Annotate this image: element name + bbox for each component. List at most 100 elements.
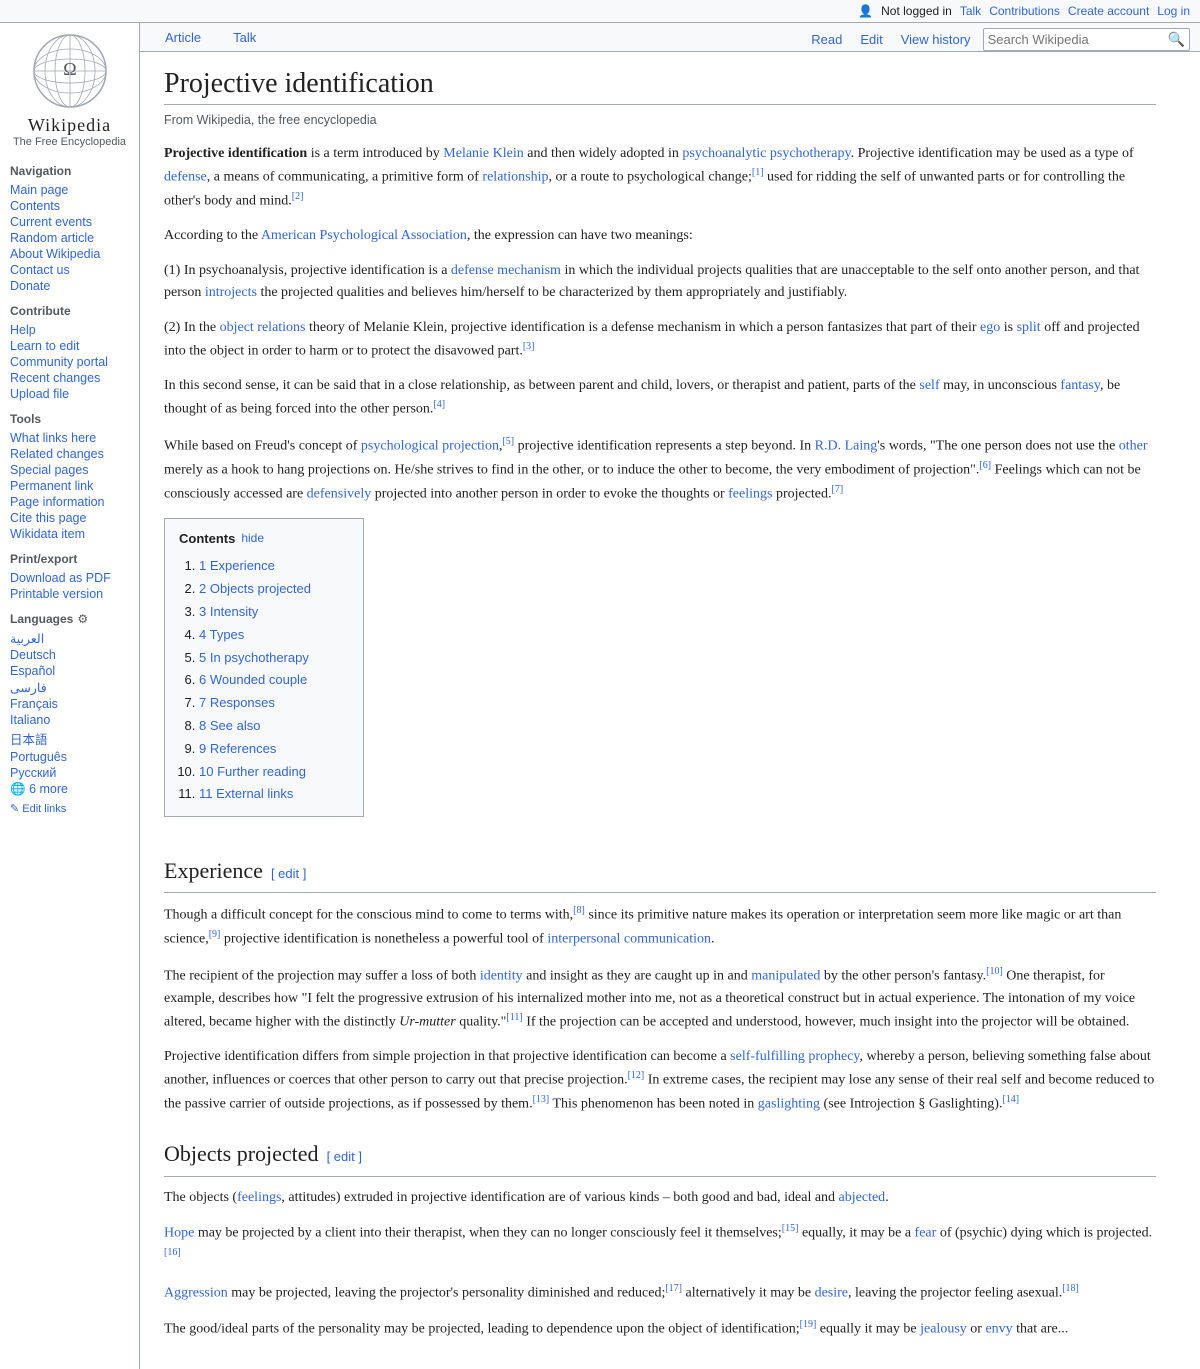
self-link[interactable]: self xyxy=(919,378,939,393)
manipulated-link[interactable]: manipulated xyxy=(751,968,820,983)
sidebar-item-what-links-here[interactable]: What links here xyxy=(10,430,129,446)
identity-link[interactable]: identity xyxy=(480,968,523,983)
relationship-link[interactable]: relationship xyxy=(482,170,548,185)
abjected-link[interactable]: abjected xyxy=(839,1190,886,1205)
ref4[interactable]: [4] xyxy=(433,399,445,410)
toc-link-8[interactable]: 8 See also xyxy=(199,718,260,733)
ref12[interactable]: [12] xyxy=(628,1070,645,1081)
sidebar-item-download-pdf[interactable]: Download as PDF xyxy=(10,570,129,586)
log-in-link[interactable]: Log in xyxy=(1157,4,1190,18)
ref7[interactable]: [7] xyxy=(832,484,844,495)
toc-link-2[interactable]: 2 Objects projected xyxy=(199,581,311,596)
toc-link-4[interactable]: 4 Types xyxy=(199,627,244,642)
ref19[interactable]: [19] xyxy=(800,1319,817,1330)
interpersonal-communication-link[interactable]: interpersonal communication xyxy=(547,932,711,947)
apa-link[interactable]: American Psychological Association xyxy=(261,228,467,243)
sidebar-item-random-article[interactable]: Random article xyxy=(10,230,129,246)
sidebar-item-lang-fr[interactable]: Français xyxy=(10,696,129,712)
experience-edit-button[interactable]: edit xyxy=(271,864,306,885)
toc-hide-button[interactable]: hide xyxy=(241,529,264,548)
sidebar-item-page-information[interactable]: Page information xyxy=(10,494,129,510)
contributions-link[interactable]: Contributions xyxy=(989,4,1060,18)
other-link[interactable]: other xyxy=(1119,438,1148,453)
object-relations-link[interactable]: object relations xyxy=(220,320,306,335)
ref2[interactable]: [2] xyxy=(292,191,304,202)
toc-link-1[interactable]: 1 Experience xyxy=(199,558,275,573)
toc-link-9[interactable]: 9 References xyxy=(199,741,276,756)
sidebar-item-lang-ar[interactable]: العربية xyxy=(10,630,129,647)
more-languages-link[interactable]: 🌐 6 more xyxy=(10,781,129,798)
ref10[interactable]: [10] xyxy=(986,966,1003,977)
split-link[interactable]: split xyxy=(1017,320,1041,335)
defense-link[interactable]: defense xyxy=(164,170,207,185)
ref15[interactable]: [15] xyxy=(782,1223,799,1234)
toc-link-11[interactable]: 11 External links xyxy=(199,786,293,801)
edit-tab[interactable]: Edit xyxy=(854,28,888,51)
gaslighting-link[interactable]: gaslighting xyxy=(758,1097,820,1112)
sidebar-item-learn-to-edit[interactable]: Learn to edit xyxy=(10,338,129,354)
ref5[interactable]: [5] xyxy=(502,436,514,447)
sidebar-item-recent-changes[interactable]: Recent changes xyxy=(10,370,129,386)
sidebar-item-lang-de[interactable]: Deutsch xyxy=(10,647,129,663)
sidebar-item-lang-ja[interactable]: 日本語 xyxy=(10,728,129,749)
feelings-link[interactable]: feelings xyxy=(728,486,772,501)
sidebar-item-wikidata-item[interactable]: Wikidata item xyxy=(10,526,129,542)
jealousy-link[interactable]: jealousy xyxy=(920,1322,967,1337)
rd-laing-link[interactable]: R.D. Laing xyxy=(815,438,878,453)
hope-link[interactable]: Hope xyxy=(164,1226,194,1241)
defensively-link[interactable]: defensively xyxy=(307,486,372,501)
toc-link-3[interactable]: 3 Intensity xyxy=(199,604,258,619)
melanie-klein-link[interactable]: Melanie Klein xyxy=(443,146,523,161)
sidebar-item-lang-fa[interactable]: فارسی xyxy=(10,679,129,696)
objects-projected-edit-button[interactable]: edit xyxy=(327,1147,362,1168)
psychoanalytic-link[interactable]: psychoanalytic psychotherapy xyxy=(682,146,850,161)
sidebar-item-lang-pt[interactable]: Português xyxy=(10,749,129,765)
sidebar-item-about-wikipedia[interactable]: About Wikipedia xyxy=(10,246,129,262)
ref14[interactable]: [14] xyxy=(1002,1094,1019,1105)
fantasy-link[interactable]: fantasy xyxy=(1060,378,1100,393)
sidebar-item-community-portal[interactable]: Community portal xyxy=(10,354,129,370)
ref8[interactable]: [8] xyxy=(573,905,585,916)
toc-link-5[interactable]: 5 In psychotherapy xyxy=(199,650,309,665)
desire-link[interactable]: desire xyxy=(815,1286,848,1301)
sidebar-item-help[interactable]: Help xyxy=(10,322,129,338)
sidebar-item-cite-this-page[interactable]: Cite this page xyxy=(10,510,129,526)
create-account-link[interactable]: Create account xyxy=(1068,4,1149,18)
sidebar-item-upload-file[interactable]: Upload file xyxy=(10,386,129,402)
sidebar-item-lang-ru[interactable]: Русский xyxy=(10,765,129,781)
tab-article[interactable]: Article xyxy=(150,23,216,51)
ego-link[interactable]: ego xyxy=(980,320,1000,335)
sidebar-item-printable-version[interactable]: Printable version xyxy=(10,586,129,602)
sidebar-item-lang-es[interactable]: Español xyxy=(10,663,129,679)
sidebar-item-main-page[interactable]: Main page xyxy=(10,182,129,198)
psychological-projection-link[interactable]: psychological projection xyxy=(361,438,499,453)
search-button[interactable]: 🔍 xyxy=(1168,31,1185,48)
ref1[interactable]: [1] xyxy=(752,167,764,178)
edit-links-button[interactable]: ✎ Edit links xyxy=(10,802,129,815)
tab-talk[interactable]: Talk xyxy=(218,23,271,51)
toc-link-7[interactable]: 7 Responses xyxy=(199,695,275,710)
ref6[interactable]: [6] xyxy=(979,460,991,471)
toc-link-10[interactable]: 10 Further reading xyxy=(199,764,306,779)
ref9[interactable]: [9] xyxy=(209,929,221,940)
ref11[interactable]: [11] xyxy=(506,1012,522,1023)
aggression-link[interactable]: Aggression xyxy=(164,1286,228,1301)
sidebar-item-contact-us[interactable]: Contact us xyxy=(10,262,129,278)
introjects-link[interactable]: introjects xyxy=(205,285,257,300)
feelings-obj-link[interactable]: feelings xyxy=(237,1190,281,1205)
view-history-tab[interactable]: View history xyxy=(895,28,977,51)
envy-link[interactable]: envy xyxy=(985,1322,1012,1337)
sidebar-item-donate[interactable]: Donate xyxy=(10,278,129,294)
read-tab[interactable]: Read xyxy=(805,28,848,51)
toc-link-6[interactable]: 6 Wounded couple xyxy=(199,672,307,687)
fear-link[interactable]: fear xyxy=(915,1226,937,1241)
language-settings-icon[interactable]: ⚙ xyxy=(77,612,91,626)
sidebar-item-special-pages[interactable]: Special pages xyxy=(10,462,129,478)
search-input[interactable] xyxy=(988,32,1168,47)
ref18[interactable]: [18] xyxy=(1062,1283,1079,1294)
talk-link[interactable]: Talk xyxy=(960,4,981,18)
ref13[interactable]: [13] xyxy=(533,1094,550,1105)
sidebar-item-contents[interactable]: Contents xyxy=(10,198,129,214)
sidebar-item-lang-it[interactable]: Italiano xyxy=(10,712,129,728)
ref17[interactable]: [17] xyxy=(665,1283,682,1294)
